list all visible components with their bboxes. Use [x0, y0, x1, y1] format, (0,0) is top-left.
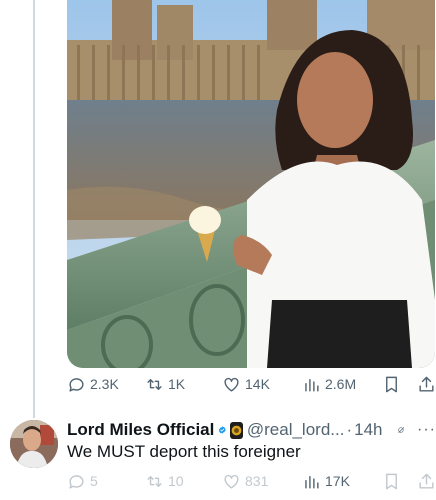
verified-badge-icon	[219, 426, 226, 434]
reply-timestamp[interactable]: 14h	[354, 420, 382, 440]
thread-line	[33, 0, 35, 418]
affiliate-badge-icon	[229, 421, 243, 439]
post-action-bar: 2.3K 1K 14K 2.6M	[67, 373, 436, 395]
repost-button[interactable]: 1K	[145, 373, 185, 395]
like-count: 14K	[245, 376, 270, 392]
reply-like-count: 831	[245, 473, 269, 489]
grok-icon[interactable]	[397, 421, 406, 439]
like-button[interactable]: 14K	[222, 373, 270, 395]
reply-reply-button[interactable]: 5	[67, 470, 98, 492]
post-photo[interactable]	[67, 0, 435, 368]
bookmark-button[interactable]	[382, 373, 401, 395]
reply-header: Lord Miles Official @real_lord... · 14h …	[67, 419, 436, 441]
heart-icon	[224, 377, 239, 392]
avatar-image	[10, 420, 58, 468]
reply-like-button[interactable]: 831	[222, 470, 268, 492]
more-options-icon[interactable]: ···	[417, 421, 436, 439]
reply-views-button[interactable]: 17K	[302, 470, 350, 492]
reply-icon	[69, 474, 84, 489]
post-photo-image	[67, 0, 435, 368]
repost-icon	[147, 378, 162, 390]
reply-repost-button[interactable]: 10	[145, 470, 184, 492]
bar-chart-icon	[305, 475, 319, 489]
views-button[interactable]: 2.6M	[302, 373, 356, 395]
bar-chart-icon	[305, 378, 319, 392]
avatar[interactable]	[10, 420, 58, 468]
repost-icon	[147, 475, 162, 487]
repost-count: 1K	[168, 376, 186, 392]
reply-count: 2.3K	[90, 376, 119, 392]
reply-reply-count: 5	[90, 473, 98, 489]
heart-icon	[224, 474, 239, 489]
reply-icon	[69, 377, 84, 392]
bookmark-icon	[386, 376, 397, 392]
reply-author-handle[interactable]: @real_lord...	[247, 420, 345, 440]
reply-bookmark-button[interactable]	[382, 470, 401, 492]
bookmark-icon	[386, 473, 397, 489]
view-count: 2.6M	[325, 376, 357, 392]
reply-button[interactable]: 2.3K	[67, 373, 119, 395]
reply-share-button[interactable]	[417, 470, 436, 492]
reply-action-bar: 5 10 831 17K	[67, 470, 436, 492]
share-icon	[419, 376, 434, 392]
reply-repost-count: 10	[168, 473, 184, 489]
separator-dot: ·	[346, 420, 353, 439]
reply-text: We MUST deport this foreigner	[67, 442, 301, 461]
share-icon	[419, 473, 434, 489]
reply-view-count: 17K	[325, 473, 350, 489]
share-button[interactable]	[417, 373, 436, 395]
reply-author-name[interactable]: Lord Miles Official	[67, 420, 214, 440]
